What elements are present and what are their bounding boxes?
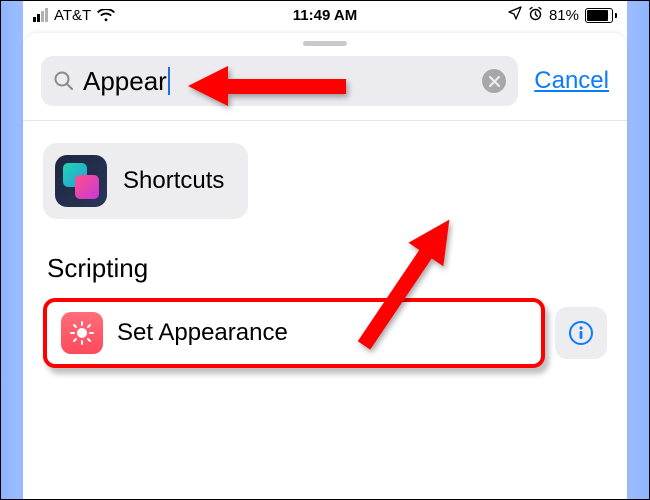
brightness-icon bbox=[61, 312, 103, 354]
action-set-appearance[interactable]: Set Appearance bbox=[43, 298, 545, 368]
phone-screen: AT&T 11:49 AM 81% bbox=[23, 1, 627, 499]
cellular-signal-icon bbox=[33, 8, 48, 22]
battery-icon bbox=[585, 8, 617, 23]
search-value: Appear bbox=[83, 66, 167, 97]
cancel-button[interactable]: Cancel bbox=[534, 67, 609, 95]
info-icon bbox=[568, 320, 594, 346]
modal-sheet: Appear Cancel Shortcuts Scri bbox=[23, 33, 627, 499]
app-suggestion-shortcuts[interactable]: Shortcuts bbox=[43, 143, 248, 219]
status-bar: AT&T 11:49 AM 81% bbox=[23, 1, 627, 29]
text-caret bbox=[168, 67, 170, 95]
wifi-icon bbox=[97, 9, 115, 22]
clear-icon[interactable] bbox=[482, 69, 506, 93]
battery-percent: 81% bbox=[549, 7, 579, 24]
app-suggestion-label: Shortcuts bbox=[123, 167, 224, 195]
shortcuts-app-icon bbox=[55, 155, 107, 207]
sheet-grabber[interactable] bbox=[303, 41, 347, 46]
search-input-text[interactable]: Appear bbox=[83, 66, 474, 97]
search-icon bbox=[53, 70, 75, 92]
location-icon bbox=[508, 6, 522, 24]
carrier-label: AT&T bbox=[54, 7, 91, 24]
screenshot-frame: AT&T 11:49 AM 81% bbox=[0, 0, 650, 500]
section-header-scripting: Scripting bbox=[47, 253, 607, 284]
alarm-icon bbox=[528, 6, 543, 25]
results-area: Shortcuts Scripting Set Appearance bbox=[23, 121, 627, 368]
search-row: Appear Cancel bbox=[23, 56, 627, 120]
search-field[interactable]: Appear bbox=[41, 56, 518, 106]
info-button[interactable] bbox=[555, 307, 607, 359]
action-row: Set Appearance bbox=[43, 298, 607, 368]
action-label: Set Appearance bbox=[117, 319, 288, 347]
